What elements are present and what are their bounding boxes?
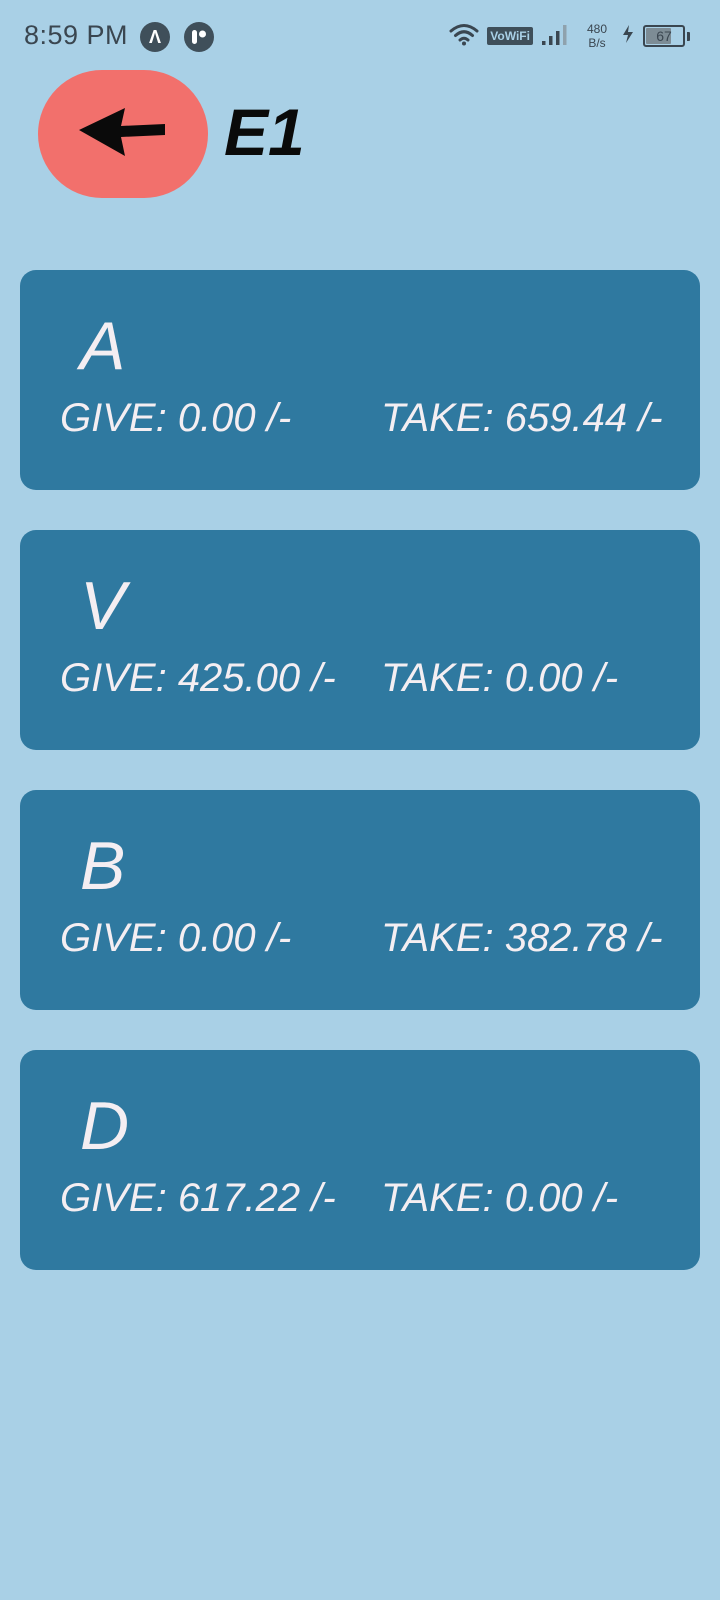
person-name: D xyxy=(80,1088,130,1164)
person-card[interactable]: B GIVE: 0.00 /- TAKE: 382.78 /- xyxy=(20,790,700,1010)
battery-tip xyxy=(687,31,690,41)
wifi-icon xyxy=(449,22,479,51)
take-amount: TAKE: 659.44 /- xyxy=(381,396,663,440)
person-name: A xyxy=(80,308,126,384)
app-notification-icon: Λ xyxy=(140,22,170,52)
give-amount: GIVE: 425.00 /- xyxy=(60,656,336,700)
app-notification-icon-2 xyxy=(184,22,214,52)
give-amount: GIVE: 0.00 /- xyxy=(60,396,292,440)
take-amount: TAKE: 382.78 /- xyxy=(381,916,663,960)
page-title: E1 xyxy=(224,95,305,169)
battery-icon: 67 xyxy=(643,25,685,47)
person-name: B xyxy=(80,828,126,904)
person-name: V xyxy=(80,568,126,644)
network-speed: 480 B/s xyxy=(587,22,607,50)
network-speed-value: 480 xyxy=(586,22,607,36)
take-amount: TAKE: 0.00 /- xyxy=(381,1176,619,1220)
vowifi-icon: VoWiFi xyxy=(487,27,533,45)
person-card[interactable]: A GIVE: 0.00 /- TAKE: 659.44 /- xyxy=(20,270,700,490)
status-time: 8:59 PM xyxy=(24,20,129,50)
status-icons: VoWiFi 480 B/s 67 xyxy=(449,18,690,54)
give-amount: GIVE: 0.00 /- xyxy=(60,916,292,960)
signal-icon xyxy=(541,22,569,51)
network-speed-unit: B/s xyxy=(588,36,606,50)
arrow-left-icon xyxy=(77,106,169,163)
charging-icon xyxy=(621,24,635,49)
back-button[interactable] xyxy=(38,70,208,198)
take-amount: TAKE: 0.00 /- xyxy=(381,656,619,700)
person-card[interactable]: D GIVE: 617.22 /- TAKE: 0.00 /- xyxy=(20,1050,700,1270)
person-card[interactable]: V GIVE: 425.00 /- TAKE: 0.00 /- xyxy=(20,530,700,750)
give-amount: GIVE: 617.22 /- xyxy=(60,1176,336,1220)
battery-level: 67 xyxy=(656,28,672,44)
status-bar: 8:59 PM Λ VoWiFi 480 B/s 67 xyxy=(0,0,720,72)
